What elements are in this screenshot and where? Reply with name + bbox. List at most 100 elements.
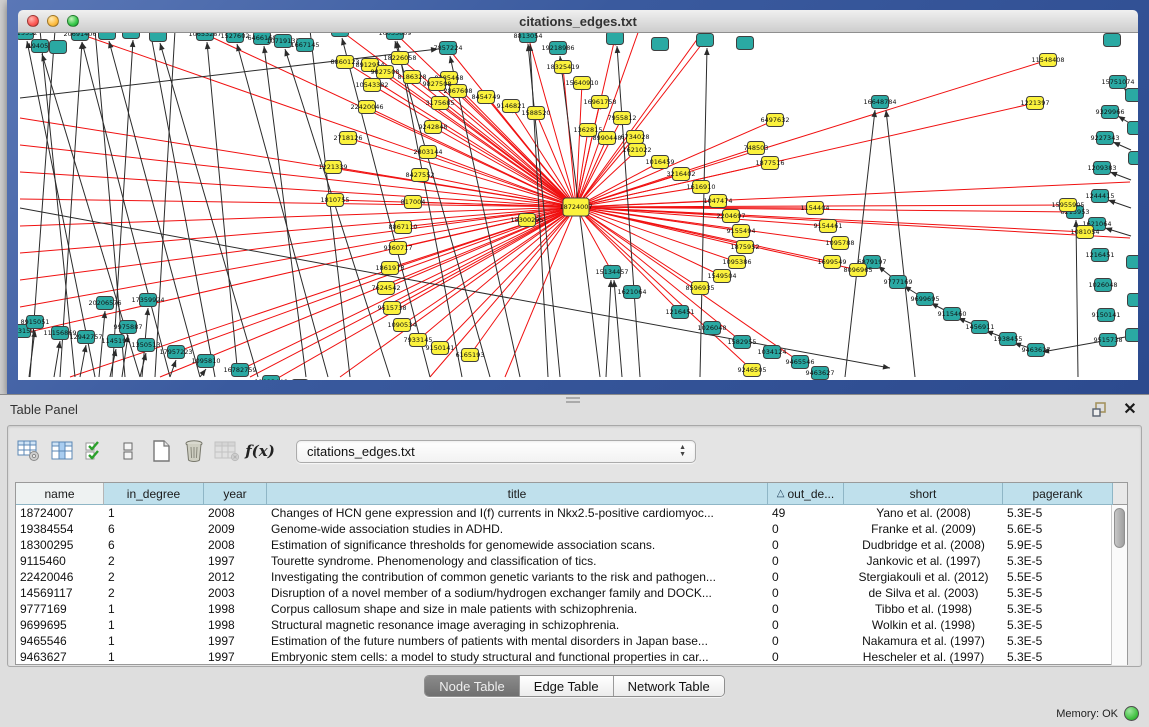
column-header-name[interactable]: name [16, 483, 104, 505]
graph-node[interactable] [1126, 329, 1139, 342]
graph-node[interactable] [1127, 256, 1139, 269]
graph-node[interactable] [150, 33, 167, 42]
graph-edge[interactable] [20, 199, 576, 207]
column-header-out_de[interactable]: △out_de... [768, 483, 844, 505]
table-row[interactable]: 946362711997Embryonic stem cells: a mode… [16, 649, 1127, 665]
graph-node-label: 15955905 [1051, 201, 1084, 209]
column-header-year[interactable]: year [204, 483, 267, 505]
cell: 9777169 [16, 601, 104, 617]
graph-node[interactable] [123, 33, 140, 39]
cell: 9465546 [16, 633, 104, 649]
table-row[interactable]: 1830029562008Estimation of significance … [16, 537, 1127, 553]
column-header-short[interactable]: short [844, 483, 1003, 505]
graph-edge[interactable] [155, 33, 175, 377]
cytoscape-desktop: citations_edges.txt 91553219405520691406… [0, 0, 1149, 727]
graph-node-label: 9329966 [1096, 108, 1125, 116]
graph-node-label: 7933145 [404, 336, 433, 344]
table-row[interactable]: 2242004622012Investigating the contribut… [16, 569, 1127, 585]
row-height-button[interactable] [113, 436, 143, 466]
graph-edge[interactable] [160, 43, 258, 377]
graph-node-label: 1350513 [132, 341, 161, 349]
graph-node[interactable] [1128, 294, 1139, 307]
column-header-in_degree[interactable]: in_degree [104, 483, 204, 505]
graph-node[interactable] [737, 37, 754, 50]
graph-node[interactable] [652, 38, 669, 51]
graph-edge[interactable] [250, 207, 576, 377]
graph-node-label: 1081054 [1071, 228, 1100, 236]
column-header-title[interactable]: title [267, 483, 768, 505]
graph-node[interactable] [1128, 122, 1139, 135]
create-table-button[interactable] [146, 436, 176, 466]
graph-edge[interactable] [576, 207, 840, 243]
sort-asc-icon: △ [777, 488, 785, 499]
graph-node[interactable] [697, 34, 714, 47]
graph-edge[interactable] [80, 34, 576, 207]
tab-network-table[interactable]: Network Table [614, 676, 724, 696]
show-columns-button[interactable] [47, 436, 77, 466]
graph-edge[interactable] [402, 207, 576, 325]
delete-table-button[interactable] [179, 436, 209, 466]
graph-node-label: 9515738 [378, 304, 407, 312]
cell: Corpus callosum shape and size in male p… [267, 601, 768, 617]
table-row[interactable]: 977716911998Corpus callosum shape and si… [16, 601, 1127, 617]
graph-node[interactable] [1126, 89, 1139, 102]
table-scrollbar[interactable] [1111, 505, 1127, 665]
graph-edge[interactable] [150, 33, 215, 377]
graph-edge[interactable] [20, 207, 576, 253]
cell: 2003 [204, 585, 267, 601]
graph-node-label: 15134457 [595, 268, 628, 276]
cell: Genome-wide association studies in ADHD. [267, 521, 768, 537]
close-panel-icon[interactable]: ✕ [1121, 400, 1139, 418]
edge-arrowhead [82, 344, 89, 352]
graph-edge[interactable] [576, 207, 828, 226]
graph-node[interactable] [1104, 34, 1121, 47]
graph-node-label: 1154404 [801, 204, 830, 212]
table-row[interactable]: 946554611997Estimation of the future num… [16, 633, 1127, 649]
graph-edge[interactable] [1076, 220, 1078, 377]
network-table-select[interactable]: citations_edges.txt ▲▼ [296, 440, 696, 463]
panel-resize-handle[interactable] [566, 397, 580, 403]
graph-edge[interactable] [271, 207, 576, 380]
graph-edge[interactable] [207, 42, 238, 377]
graph-node[interactable] [99, 33, 116, 40]
table-row[interactable]: 1938455462009Genome-wide association stu… [16, 521, 1127, 537]
select-all-columns-button[interactable] [80, 436, 110, 466]
tab-edge-table[interactable]: Edge Table [520, 676, 614, 696]
graph-edge[interactable] [160, 207, 576, 377]
graph-node-label: 8096965 [844, 266, 873, 274]
table-scrollbar-thumb[interactable] [1114, 508, 1125, 548]
graph-node-label: 1047474 [704, 197, 733, 205]
cell: 0 [768, 569, 844, 585]
function-builder-button[interactable]: f(x) [245, 436, 275, 466]
graph-node-label: 9227343 [1091, 134, 1120, 142]
graph-edge[interactable] [606, 280, 611, 377]
graph-edge[interactable] [176, 207, 576, 352]
cell: 5.9E-5 [1003, 537, 1113, 553]
edge-arrowhead [339, 37, 346, 45]
graph-edge[interactable] [576, 207, 612, 272]
table-settings-button[interactable] [14, 436, 44, 466]
graph-node[interactable] [292, 380, 309, 381]
graph-node[interactable] [607, 33, 624, 45]
graph-edge[interactable] [285, 49, 390, 377]
graph-node[interactable] [50, 41, 67, 54]
network-canvas[interactable]: 9155321940552069140610653287152760264661… [18, 33, 1138, 380]
graph-node-label: 18226058 [383, 54, 416, 62]
cell: 18300295 [16, 537, 104, 553]
column-header-pagerank[interactable]: pagerank [1003, 483, 1113, 505]
graph-node-label: 3175685 [426, 99, 455, 107]
float-panel-icon[interactable] [1091, 400, 1109, 418]
graph-node-label: 2803144 [414, 148, 443, 156]
tab-node-table[interactable]: Node Table [425, 676, 520, 696]
memory-status-icon[interactable] [1124, 706, 1139, 721]
graph-node-label: 16648784 [863, 98, 896, 106]
table-row[interactable]: 969969511998Structural magnetic resonanc… [16, 617, 1127, 633]
table-row[interactable]: 1456911722003Disruption of a novel membe… [16, 585, 1127, 601]
graph-node-label: 1145194 [102, 337, 131, 345]
network-window-titlebar[interactable]: citations_edges.txt [18, 10, 1138, 33]
table-row[interactable]: 1872400712008Changes of HCN gene express… [16, 505, 1127, 521]
graph-node[interactable] [1129, 152, 1139, 165]
graph-edge[interactable] [886, 110, 915, 377]
table-row[interactable]: 911546021997Tourette syndrome. Phenomeno… [16, 553, 1127, 569]
graph-edge[interactable] [576, 182, 1130, 207]
